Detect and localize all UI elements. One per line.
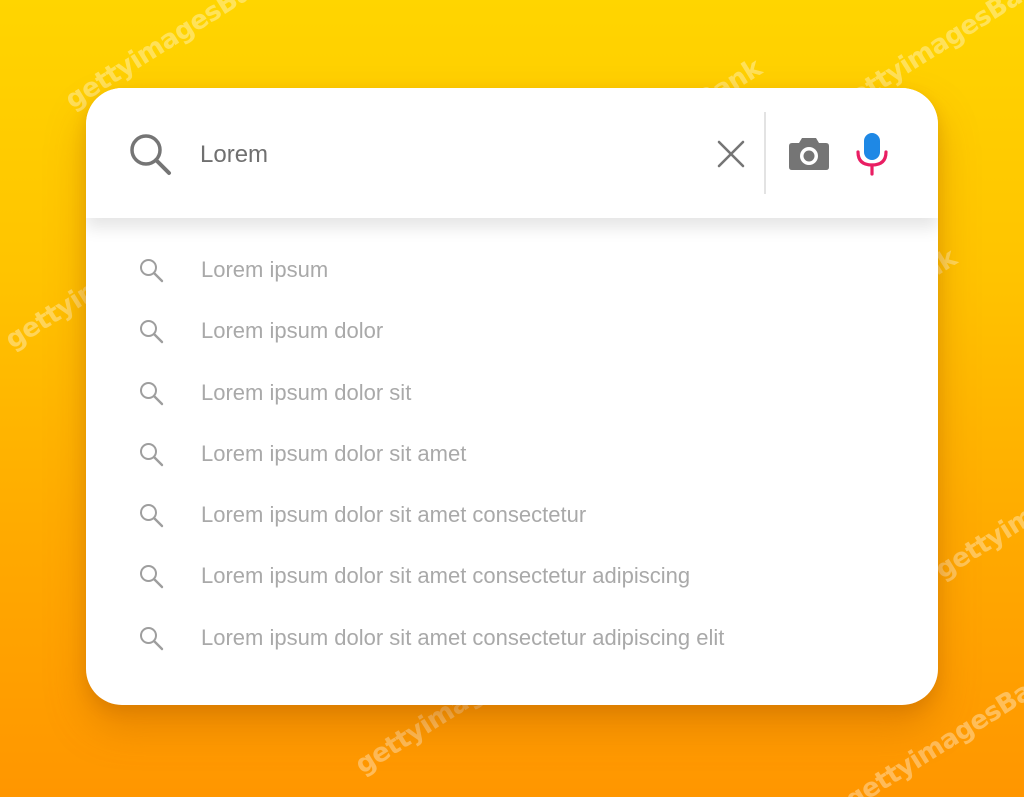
search-icon: [138, 441, 164, 467]
suggestion-item[interactable]: Lorem ipsum dolor sit amet consectetur a…: [86, 608, 938, 669]
search-icon: [138, 380, 164, 406]
search-icon[interactable]: [128, 132, 172, 176]
search-bar[interactable]: Lorem: [86, 88, 938, 218]
search-icon: [138, 318, 164, 344]
suggestion-item[interactable]: Lorem ipsum dolor: [86, 301, 938, 362]
camera-icon[interactable]: [788, 134, 830, 172]
search-icon: [138, 257, 164, 283]
search-card: Lorem Lorem ipsum Lorem ipsum dolor Lore…: [86, 88, 938, 705]
suggestion-item[interactable]: Lorem ipsum dolor sit amet: [86, 424, 938, 485]
watermark: gettyimagesBank: [930, 428, 1024, 586]
suggestion-item[interactable]: Lorem ipsum: [86, 240, 938, 301]
suggestion-label: Lorem ipsum dolor sit amet: [201, 440, 467, 466]
suggestion-item[interactable]: Lorem ipsum dolor sit amet consectetur a…: [86, 546, 938, 607]
search-icon: [138, 625, 164, 651]
search-input[interactable]: Lorem: [200, 140, 268, 170]
suggestion-label: Lorem ipsum dolor sit amet consectetur a…: [201, 563, 691, 589]
divider: [764, 112, 766, 194]
microphone-icon[interactable]: [854, 132, 890, 176]
suggestion-item[interactable]: Lorem ipsum dolor sit amet consectetur: [86, 485, 938, 546]
suggestion-label: Lorem ipsum dolor sit: [201, 379, 412, 405]
suggestion-item[interactable]: Lorem ipsum dolor sit: [86, 363, 938, 424]
suggestion-list: Lorem ipsum Lorem ipsum dolor Lorem ipsu…: [86, 240, 938, 669]
close-icon[interactable]: [715, 138, 747, 170]
search-icon: [138, 563, 164, 589]
search-icon: [138, 502, 164, 528]
suggestion-label: Lorem ipsum dolor sit amet consectetur a…: [201, 624, 725, 650]
suggestion-label: Lorem ipsum dolor: [201, 318, 384, 344]
suggestion-label: Lorem ipsum dolor sit amet consectetur: [201, 502, 587, 528]
suggestion-label: Lorem ipsum: [201, 257, 329, 282]
